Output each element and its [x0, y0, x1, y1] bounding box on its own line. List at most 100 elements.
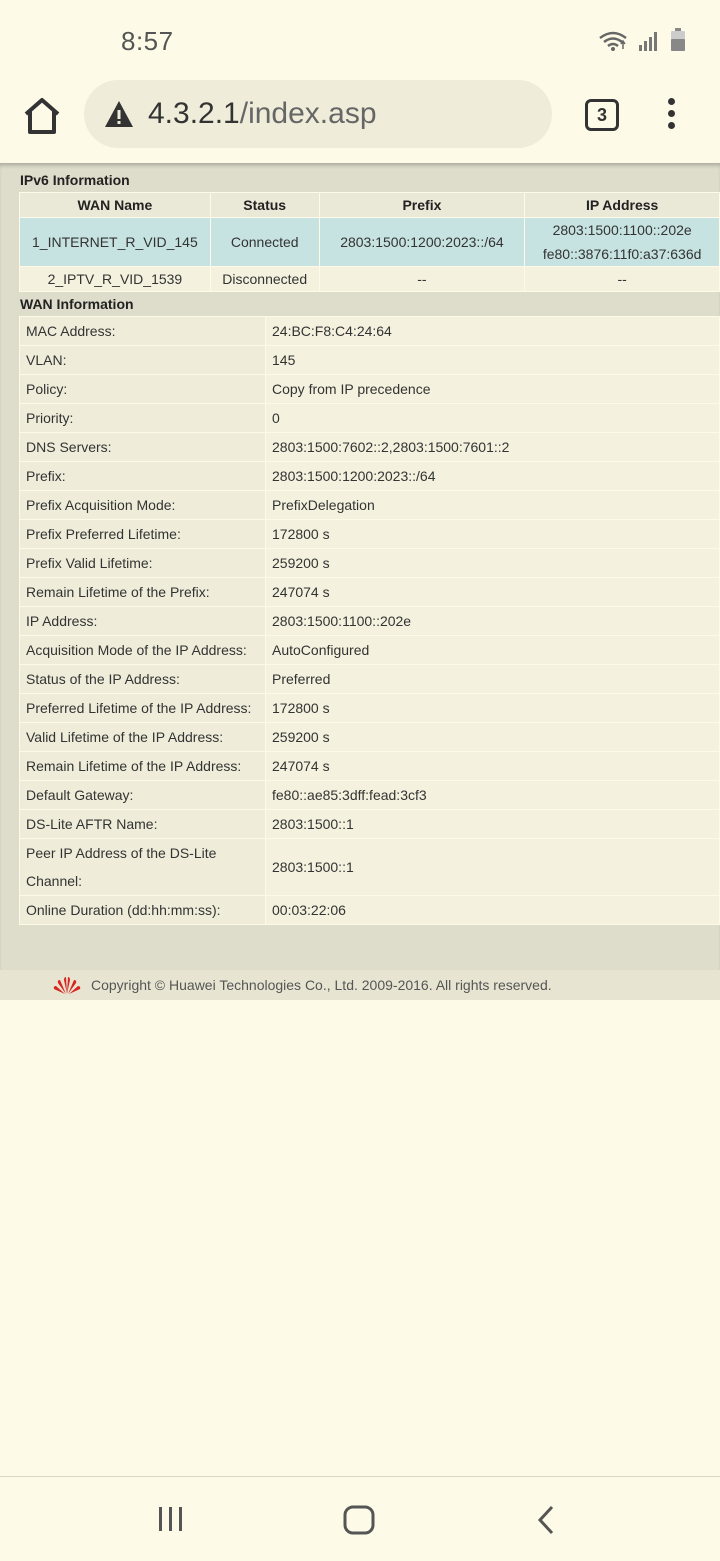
info-row: Prefix Preferred Lifetime: 172800 s [19, 519, 720, 549]
ipv6-section-title: IPv6 Information [20, 172, 130, 188]
back-icon[interactable] [536, 1505, 556, 1535]
info-row: Prefix Valid Lifetime: 259200 s [19, 548, 720, 578]
more-vert-icon[interactable] [660, 98, 682, 134]
info-row: Preferred Lifetime of the IP Address: 172… [19, 693, 720, 723]
info-value: 259200 s [265, 722, 720, 752]
info-row: Default Gateway: fe80::ae85:3dff:fead:3cf… [19, 780, 720, 810]
warning-icon[interactable] [104, 100, 134, 128]
ip-address-cell: 2803:1500:1100::202e fe80::3876:11f0:a37… [524, 217, 720, 267]
info-label: VLAN: [19, 345, 266, 375]
info-value: 2803:1500::1 [265, 809, 720, 839]
recent-apps-icon[interactable] [157, 1505, 185, 1533]
wan-name-cell: 1_INTERNET_R_VID_145 [19, 217, 211, 267]
info-value: 172800 s [265, 693, 720, 723]
home-nav-icon[interactable] [343, 1505, 375, 1535]
wan-info-table: MAC Address: 24:BC:F8:C4:24:64 VLAN: 145 P… [19, 316, 720, 925]
home-icon[interactable] [20, 94, 64, 138]
browser-toolbar: 4.3.2.1/index.asp 3 [0, 80, 720, 162]
info-label: Prefix Preferred Lifetime: [19, 519, 266, 549]
info-row: Remain Lifetime of the IP Address: 247074… [19, 751, 720, 781]
info-value: 2803:1500:1200:2023::/64 [265, 461, 720, 491]
prefix-cell: -- [318, 266, 526, 292]
status-bar: 8:57 [0, 0, 720, 80]
wan-section-title: WAN Information [20, 296, 134, 312]
info-label: DNS Servers: [19, 432, 266, 462]
info-row: Peer IP Address of the DS-Lite Channel: 2… [19, 838, 720, 896]
url-bar[interactable]: 4.3.2.1/index.asp [84, 80, 552, 148]
url-path: /index.asp [239, 97, 377, 130]
info-label: Policy: [19, 374, 266, 404]
col-header-ip-address: IP Address [524, 192, 720, 218]
page-footer: Copyright © Huawei Technologies Co., Ltd… [0, 970, 720, 1000]
system-nav-bar [0, 1476, 720, 1561]
info-row: VLAN: 145 [19, 345, 720, 375]
status-icons [598, 28, 686, 52]
info-row: Status of the IP Address: Preferred [19, 664, 720, 694]
info-label: Prefix Acquisition Mode: [19, 490, 266, 520]
info-row: Policy: Copy from IP precedence [19, 374, 720, 404]
info-label: Priority: [19, 403, 266, 433]
info-value: 145 [265, 345, 720, 375]
col-header-wan-name: WAN Name [19, 192, 211, 218]
info-label: Prefix: [19, 461, 266, 491]
info-row: Remain Lifetime of the Prefix: 247074 s [19, 577, 720, 607]
info-label: Status of the IP Address: [19, 664, 266, 694]
info-label: Remain Lifetime of the IP Address: [19, 751, 266, 781]
wifi-icon [599, 31, 627, 51]
status-cell: Disconnected [209, 266, 320, 292]
info-value: 24:BC:F8:C4:24:64 [265, 316, 720, 346]
info-row: Priority: 0 [19, 403, 720, 433]
info-value: PrefixDelegation [265, 490, 720, 520]
info-value: 2803:1500::1 [265, 838, 720, 896]
ipv6-header-row: WAN Name Status Prefix IP Address [19, 192, 720, 218]
info-value: 00:03:22:06 [265, 895, 720, 925]
info-value: 247074 s [265, 577, 720, 607]
signal-icon [639, 32, 657, 51]
info-row: Prefix Acquisition Mode: PrefixDelegation [19, 490, 720, 520]
info-label: Online Duration (dd:hh:mm:ss): [19, 895, 266, 925]
info-value: 2803:1500:1100::202e [265, 606, 720, 636]
status-cell: Connected [209, 217, 320, 267]
table-row[interactable]: 1_INTERNET_R_VID_145 Connected 2803:1500… [19, 217, 720, 267]
prefix-cell: 2803:1500:1200:2023::/64 [318, 217, 526, 267]
info-label: Acquisition Mode of the IP Address: [19, 635, 266, 665]
info-label: IP Address: [19, 606, 266, 636]
wan-name-cell: 2_IPTV_R_VID_1539 [19, 266, 211, 292]
ip-address-line: 2803:1500:1100::202e [552, 222, 692, 238]
info-value: 2803:1500:7602::2,2803:1500:7601::2 [265, 432, 720, 462]
info-value: Copy from IP precedence [265, 374, 720, 404]
table-row[interactable]: 2_IPTV_R_VID_1539 Disconnected -- -- [19, 266, 720, 292]
info-row: Valid Lifetime of the IP Address: 259200 … [19, 722, 720, 752]
huawei-logo [53, 977, 81, 994]
info-value: Preferred [265, 664, 720, 694]
info-row: IP Address: 2803:1500:1100::202e [19, 606, 720, 636]
info-label: MAC Address: [19, 316, 266, 346]
col-header-status: Status [209, 192, 320, 218]
ipv6-table: WAN Name Status Prefix IP Address 1_INTE… [19, 192, 720, 292]
url-text[interactable]: 4.3.2.1/index.asp [148, 97, 377, 131]
info-value: 259200 s [265, 548, 720, 578]
info-label: Default Gateway: [19, 780, 266, 810]
info-label: Valid Lifetime of the IP Address: [19, 722, 266, 752]
info-value: AutoConfigured [265, 635, 720, 665]
ip-address-cell: -- [524, 266, 720, 292]
info-label: Preferred Lifetime of the IP Address: [19, 693, 266, 723]
url-host: 4.3.2.1 [148, 97, 240, 130]
ip-address-line: fe80::3876:11f0:a37:636d [542, 246, 702, 262]
copyright-text: Copyright © Huawei Technologies Co., Ltd… [91, 977, 552, 993]
info-value: fe80::ae85:3dff:fead:3cf3 [265, 780, 720, 810]
status-clock: 8:57 [121, 26, 174, 56]
info-value: 172800 s [265, 519, 720, 549]
info-row: Acquisition Mode of the IP Address: AutoC… [19, 635, 720, 665]
info-label: DS-Lite AFTR Name: [19, 809, 266, 839]
info-row: DS-Lite AFTR Name: 2803:1500::1 [19, 809, 720, 839]
page-content: IPv6 Information WAN Name Status Prefix … [0, 163, 720, 970]
col-header-prefix: Prefix [318, 192, 526, 218]
info-value: 247074 s [265, 751, 720, 781]
tab-switcher-button[interactable]: 3 [585, 99, 619, 131]
info-label: Prefix Valid Lifetime: [19, 548, 266, 578]
info-label: Remain Lifetime of the Prefix: [19, 577, 266, 607]
info-row: Online Duration (dd:hh:mm:ss): 00:03:22:0… [19, 895, 720, 925]
info-label: Peer IP Address of the DS-Lite Channel: [19, 838, 266, 896]
battery-icon [671, 28, 685, 51]
